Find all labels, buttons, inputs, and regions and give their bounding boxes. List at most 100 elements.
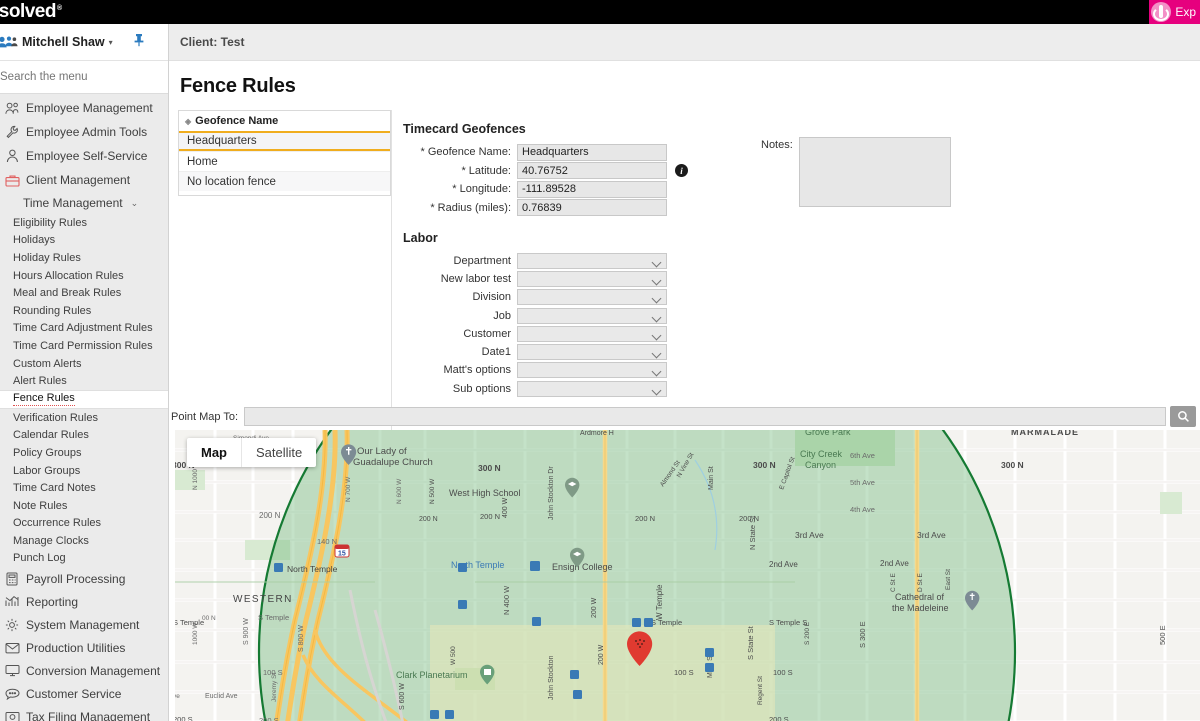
chevron-down-icon[interactable]: ▾ [109,38,113,47]
field-input-longitude[interactable] [517,181,667,198]
map-type-map[interactable]: Map [187,438,241,467]
logo-trademark: ® [57,5,62,12]
sidebar-subitem-verification-rules[interactable]: Verification Rules [0,409,168,427]
labor-dropdown-date1[interactable] [517,344,667,360]
svg-text:North Temple: North Temple [287,564,338,574]
labor-row: Date1 [403,343,1200,361]
sidebar-item-reporting[interactable]: Reporting [0,590,168,613]
field-input-latitude[interactable] [517,162,667,179]
sidebar-subitem-calendar-rules[interactable]: Calendar Rules [0,427,168,445]
sidebar-user-row[interactable]: Mitchell Shaw ▾ [0,24,168,61]
labor-dropdown-new-labor-test[interactable] [517,271,667,287]
labor-row: Division [403,288,1200,306]
map-type-satellite[interactable]: Satellite [241,438,316,467]
sidebar-subitem-custom-alerts[interactable]: Custom Alerts [0,355,168,373]
sort-icon[interactable]: ◈ [185,117,191,126]
svg-text:Cathedral of: Cathedral of [895,592,945,602]
sidebar-subitem-alert-rules[interactable]: Alert Rules [0,372,168,390]
sidebar-subitem-eligibility-rules[interactable]: Eligibility Rules [0,214,168,232]
sidebar-item-label: Employee Admin Tools [26,125,147,139]
sidebar-subitem-holidays[interactable]: Holidays [0,232,168,250]
labor-label: Sub options [403,383,517,395]
sidebar-subitem-rounding-rules[interactable]: Rounding Rules [0,302,168,320]
svg-text:John Stockton: John Stockton [548,656,555,700]
sidebar-subitem-time-card-notes[interactable]: Time Card Notes [0,479,168,497]
labor-dropdown-sub-options[interactable] [517,381,667,397]
map-type-switch[interactable]: Map Satellite [187,438,316,467]
labor-dropdown-department[interactable] [517,253,667,269]
table-row[interactable]: No location fence [179,171,390,191]
pin-icon[interactable] [133,33,145,52]
sidebar-search-row[interactable] [0,61,168,94]
point-map-search-button[interactable] [1170,406,1196,427]
geofence-list-header[interactable]: ◈ Geofence Name [179,111,390,131]
sidebar-subitem-time-card-adjustment-rules[interactable]: Time Card Adjustment Rules [0,320,168,338]
sidebar-item-employee-management[interactable]: Employee Management [0,96,168,120]
svg-text:5th Ave: 5th Ave [850,478,875,487]
sidebar-item-employee-self-service[interactable]: Employee Self-Service [0,144,168,168]
table-row[interactable]: Headquarters [179,131,390,151]
sidebar-item-employee-admin-tools[interactable]: Employee Admin Tools [0,120,168,144]
gear-icon [1,618,23,632]
svg-text:Jeremy St: Jeremy St [271,673,278,702]
point-map-input[interactable] [244,407,1166,426]
sidebar-subitem-label: Manage Clocks [13,535,89,547]
svg-text:MARMALADE: MARMALADE [1011,430,1079,437]
labor-row: Customer [403,325,1200,343]
sidebar-subitem-meal-and-break-rules[interactable]: Meal and Break Rules [0,284,168,302]
sidebar-item-tax-filing-management[interactable]: Tax Filing Management [0,705,168,721]
svg-text:N 700 W: N 700 W [345,476,352,502]
sidebar-group-time-management[interactable]: Time Management ⌄ [0,192,168,214]
sidebar-subitem-punch-log[interactable]: Punch Log [0,550,168,568]
sidebar-subitem-label: Labor Groups [13,465,80,477]
search-input[interactable] [0,70,158,84]
sidebar-subitem-policy-groups[interactable]: Policy Groups [0,444,168,462]
labor-dropdown-customer[interactable] [517,326,667,342]
sidebar-item-customer-service[interactable]: Customer Service [0,682,168,705]
sidebar-item-payroll-processing[interactable]: Payroll Processing [0,567,168,590]
sidebar-item-production-utilities[interactable]: Production Utilities [0,636,168,659]
svg-text:S 600 W: S 600 W [399,683,406,710]
sidebar-subitem-hours-allocation-rules[interactable]: Hours Allocation Rules [0,267,168,285]
sidebar-subitem-manage-clocks[interactable]: Manage Clocks [0,532,168,550]
sidebar: Mitchell Shaw ▾ [0,24,169,721]
labor-dropdown-matt-s-options[interactable] [517,362,667,378]
info-icon[interactable]: i [675,164,688,177]
table-row[interactable]: Home [179,151,390,171]
sidebar-item-system-management[interactable]: System Management [0,613,168,636]
sidebar-item-conversion-management[interactable]: Conversion Management [0,659,168,682]
svg-text:200 N: 200 N [419,516,438,523]
sidebar-subitem-label: Calendar Rules [13,429,89,441]
labor-dropdown-division[interactable] [517,289,667,305]
svg-text:S Temple: S Temple [651,618,682,627]
svg-text:6th Ave: 6th Ave [850,451,875,460]
svg-text:140 N: 140 N [317,537,337,546]
labor-label: Department [403,255,517,267]
field-input-geofence-name[interactable] [517,144,667,161]
sidebar-subitem-time-card-permission-rules[interactable]: Time Card Permission Rules [0,337,168,355]
svg-text:Grove Park: Grove Park [805,430,851,437]
sidebar-subitem-fence-rules[interactable]: Fence Rules [0,390,168,409]
chevron-down-icon[interactable]: ⌄ [131,198,139,209]
breadcrumb-text: Client: Test [180,35,244,49]
sidebar-subitem-labor-groups[interactable]: Labor Groups [0,462,168,480]
svg-text:Ensign College: Ensign College [552,562,613,572]
sidebar-subitem-label: Time Card Permission Rules [13,340,153,352]
field-label: * Latitude: [403,165,517,177]
labor-label: Date1 [403,346,517,358]
svg-text:Ardmore H: Ardmore H [580,430,614,437]
experience-badge-label: Exp [1175,5,1196,19]
labor-dropdown-job[interactable] [517,308,667,324]
sidebar-subitem-label: Policy Groups [13,447,81,459]
sidebar-item-client-management[interactable]: Client Management [0,168,168,192]
map-canvas[interactable]: Simondi Ave 200 N 140 N North Temple WES… [175,430,1200,721]
sidebar-subitem-holiday-rules[interactable]: Holiday Rules [0,249,168,267]
notes-textarea[interactable] [799,137,951,207]
sidebar-subitem-note-rules[interactable]: Note Rules [0,497,168,515]
experience-badge[interactable]: Exp [1149,0,1200,24]
svg-text:2nd Ave: 2nd Ave [880,559,909,568]
field-input-radius-miles[interactable] [517,199,667,216]
top-bar-right: Exp [1149,0,1200,24]
person-icon [1,149,23,163]
sidebar-subitem-occurrence-rules[interactable]: Occurrence Rules [0,515,168,533]
